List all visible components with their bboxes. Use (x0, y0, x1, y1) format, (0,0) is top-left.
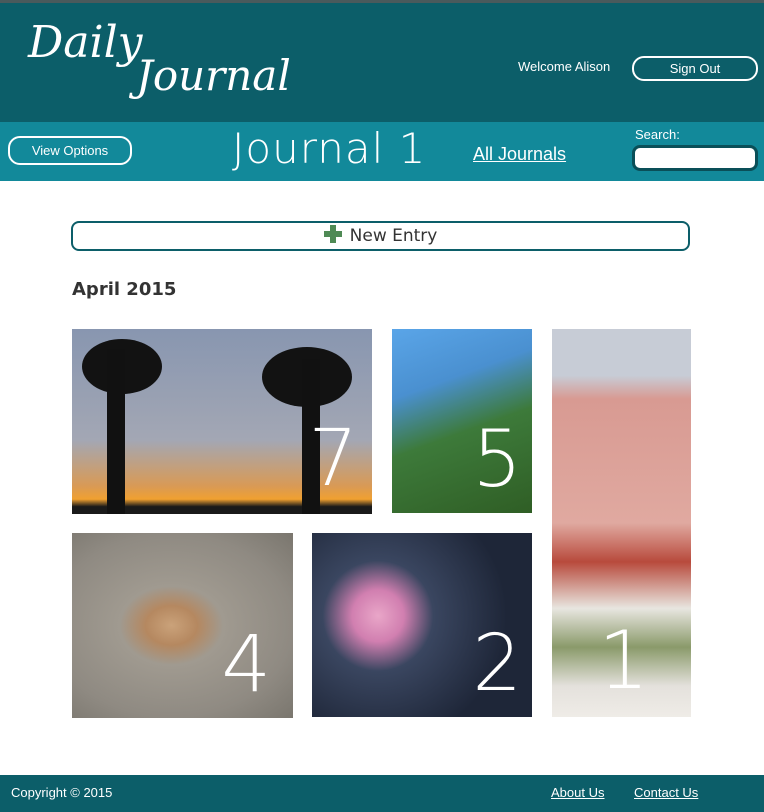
entry-tile-4[interactable]: 4 (72, 533, 293, 718)
plus-icon (323, 225, 342, 243)
search-input[interactable] (632, 145, 758, 171)
entry-tile-7[interactable]: 7 (72, 329, 372, 514)
journal-title: Journal 1 (232, 124, 427, 173)
about-us-link[interactable]: About Us (551, 785, 604, 800)
search-label: Search: (635, 127, 680, 142)
entry-tile-1[interactable]: 1 (552, 329, 691, 717)
copyright-text: Copyright © 2015 (11, 785, 113, 800)
all-journals-link[interactable]: All Journals (473, 144, 566, 165)
logo-daily[interactable]: Daily (28, 17, 143, 68)
footer: Copyright © 2015 About Us Contact Us (0, 775, 764, 812)
contact-us-link[interactable]: Contact Us (634, 785, 698, 800)
entry-tile-5[interactable]: 5 (392, 329, 532, 513)
entry-number: 7 (308, 414, 358, 504)
sign-out-button[interactable]: Sign Out (632, 56, 758, 81)
logo-journal[interactable]: Journal (136, 51, 291, 100)
new-entry-label: New Entry (349, 226, 438, 246)
entry-tile-2[interactable]: 2 (312, 533, 532, 717)
new-entry-button[interactable]: New Entry (71, 221, 690, 251)
entry-number: 1 (598, 614, 649, 707)
welcome-text: Welcome Alison (518, 59, 611, 74)
entry-number: 2 (472, 619, 522, 709)
header: Daily Journal Welcome Alison Sign Out (0, 0, 764, 122)
month-heading: April 2015 (72, 279, 177, 300)
entry-number: 5 (472, 415, 522, 505)
entry-number: 4 (221, 620, 271, 710)
view-options-button[interactable]: View Options (8, 136, 132, 165)
navbar: View Options Journal 1 All Journals Sear… (0, 122, 764, 181)
palm-trunk (107, 349, 125, 514)
